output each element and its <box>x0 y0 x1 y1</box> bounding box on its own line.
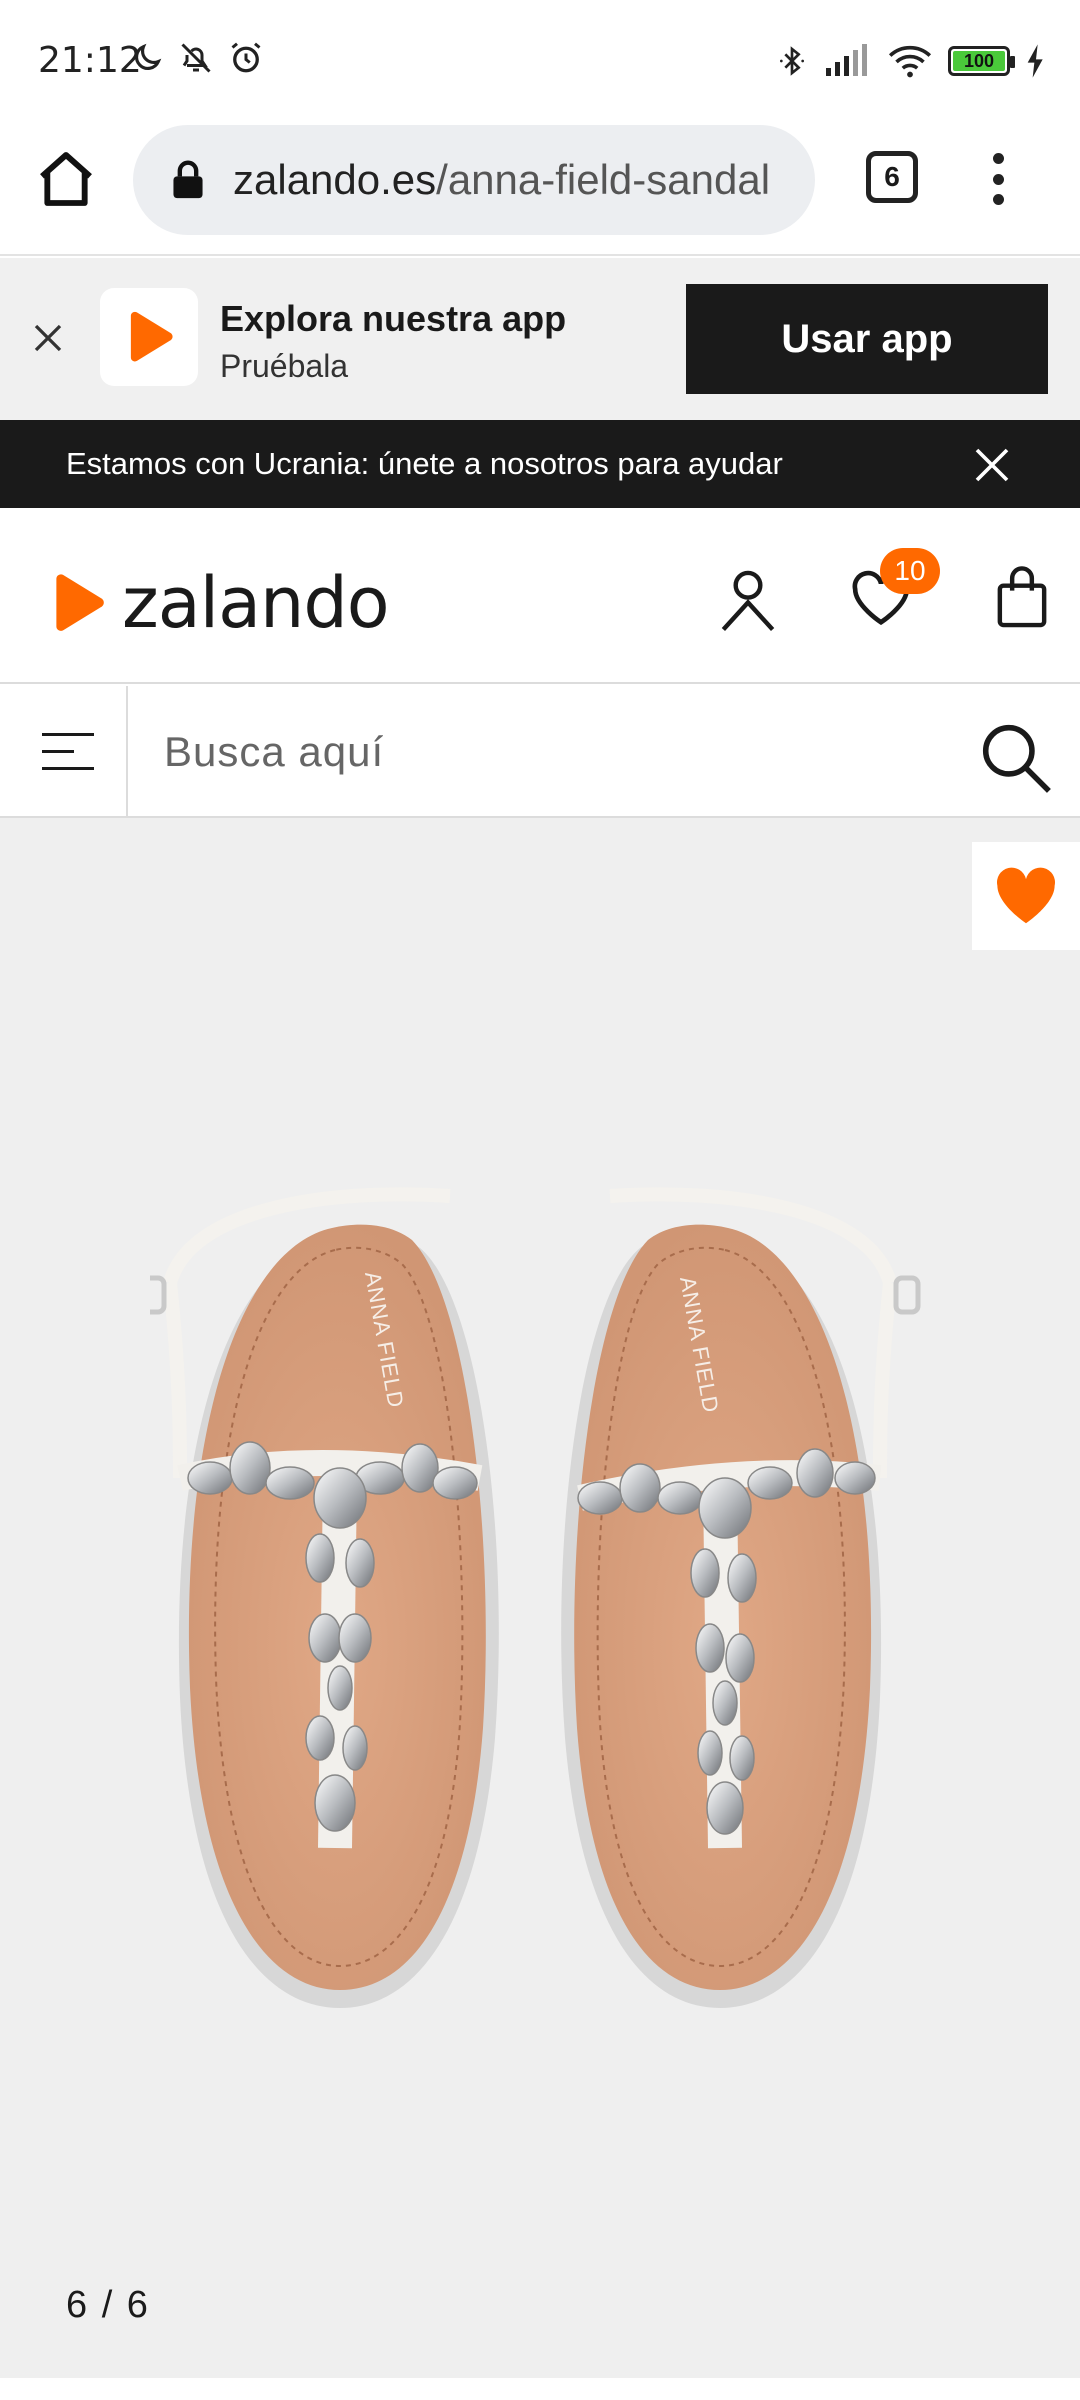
right-sandal: ANNA FIELD <box>561 1187 921 2008</box>
url-path: /anna-field-sandal <box>436 156 771 203</box>
menu-icon[interactable] <box>0 686 128 816</box>
bottom-edge <box>0 2378 1080 2400</box>
status-time: 21:12 <box>38 40 142 81</box>
bluetooth-icon <box>780 46 804 76</box>
banner-subtitle: Pruébala <box>220 348 349 384</box>
address-bar[interactable]: zalando.es/anna-field-sandal <box>133 125 815 235</box>
battery-icon: 100 <box>948 46 1015 76</box>
search-input[interactable] <box>164 722 944 782</box>
browser-toolbar: zalando.es/anna-field-sandal 6 <box>0 125 1080 256</box>
site-header: zalando 10 <box>0 508 1080 684</box>
signal-icon <box>826 44 867 76</box>
zalando-logo[interactable]: zalando <box>44 562 390 644</box>
search-icon[interactable] <box>978 720 1052 794</box>
bell-off-icon <box>181 43 211 73</box>
close-icon[interactable] <box>972 445 1012 485</box>
status-icons-right: 100 <box>776 42 1046 80</box>
zalando-play-icon <box>130 311 173 362</box>
browser-menu-icon[interactable] <box>990 153 1006 205</box>
add-to-wishlist-button[interactable] <box>972 842 1080 950</box>
product-image-gallery[interactable]: ANNA FIELD ANNA FIELD 6 / 6 <box>0 818 1080 2378</box>
status-icons-left <box>130 40 264 76</box>
home-icon[interactable] <box>34 147 98 211</box>
use-app-button[interactable]: Usar app <box>686 284 1048 394</box>
banner-title: Explora nuestra app <box>220 298 567 339</box>
wifi-icon <box>888 45 932 78</box>
lock-icon <box>173 160 203 199</box>
product-image: ANNA FIELD ANNA FIELD <box>150 1187 921 2008</box>
left-sandal: ANNA FIELD <box>150 1187 499 2008</box>
moon-icon <box>135 43 162 70</box>
status-bar: 21:12 100 <box>0 0 1080 125</box>
wishlist-count-badge: 10 <box>880 548 940 594</box>
zalando-play-icon <box>56 574 104 631</box>
heart-filled-icon <box>996 867 1056 924</box>
notice-text[interactable]: Estamos con Ucrania: únete a nosotros pa… <box>66 446 783 482</box>
logo-text: zalando <box>122 562 390 644</box>
url-domain: zalando.es <box>233 156 437 203</box>
charging-icon <box>1027 44 1043 78</box>
tab-switcher-button[interactable]: 6 <box>866 151 918 203</box>
alarm-icon <box>231 42 261 73</box>
battery-level: 100 <box>953 51 1005 71</box>
user-icon[interactable] <box>718 568 778 632</box>
notice-bar: Estamos con Ucrania: únete a nosotros pa… <box>0 420 1080 508</box>
image-counter: 6 / 6 <box>66 2284 150 2326</box>
search-row <box>0 686 1080 818</box>
shopping-bag-icon[interactable] <box>994 566 1050 630</box>
app-promo-banner: Explora nuestra app Pruébala Usar app <box>0 258 1080 420</box>
app-logo <box>100 288 198 386</box>
close-icon[interactable] <box>30 320 66 356</box>
url-text: zalando.es/anna-field-sandal <box>233 156 770 204</box>
